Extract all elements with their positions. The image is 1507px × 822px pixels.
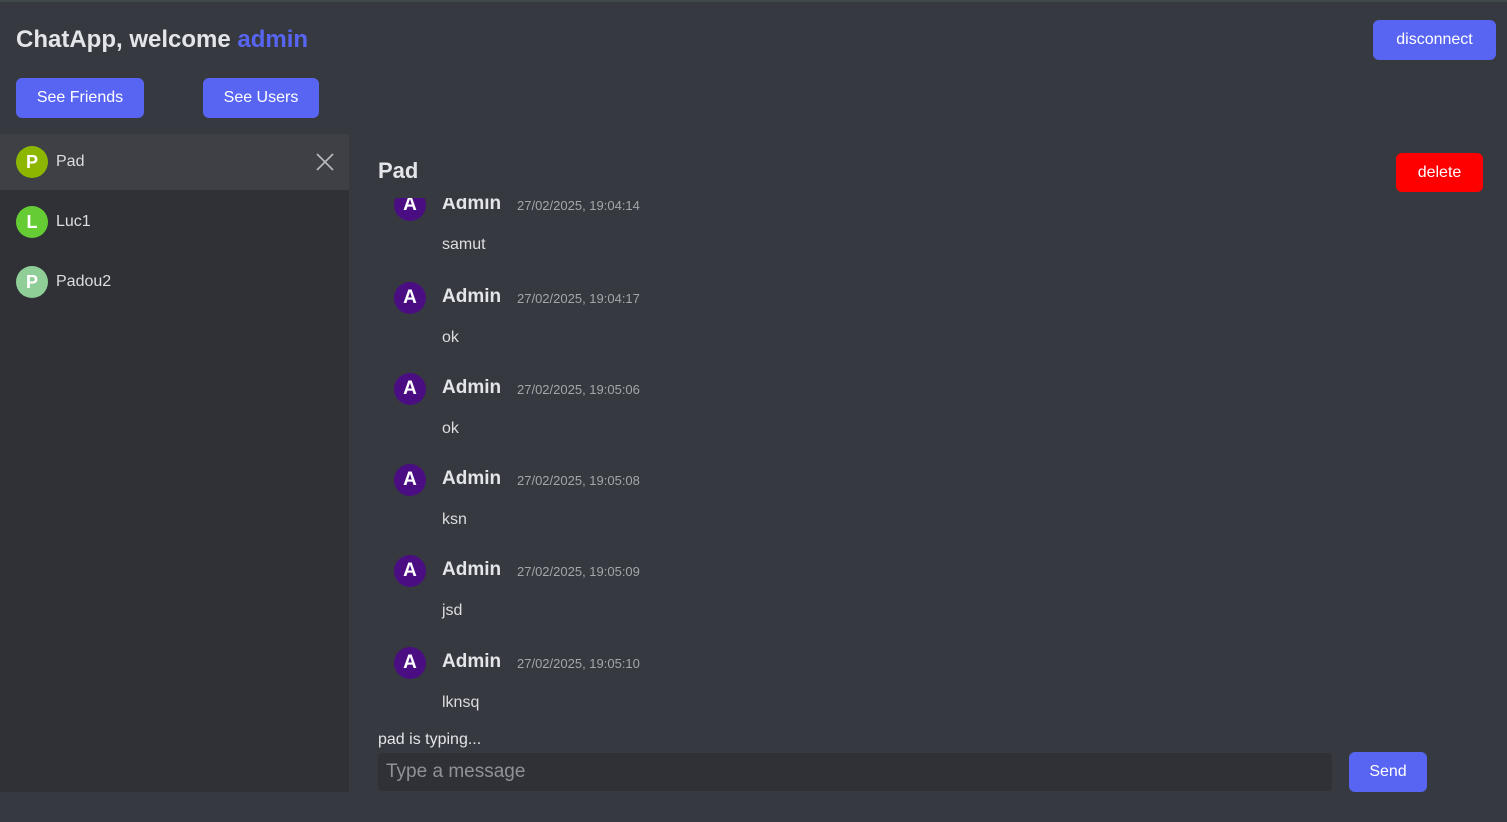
app-title-text: ChatApp, welcome xyxy=(16,26,238,53)
message-item: A Admin 27/02/2025, 19:04:17 ok xyxy=(394,282,1474,373)
message-timestamp: 27/02/2025, 19:05:08 xyxy=(517,473,640,488)
message-item: A Admin 27/02/2025, 19:04:14 samut xyxy=(394,198,1474,280)
message-timestamp: 27/02/2025, 19:04:17 xyxy=(517,291,640,306)
disconnect-button[interactable]: disconnect xyxy=(1373,20,1496,60)
message-item: A Admin 27/02/2025, 19:05:10 lknsq xyxy=(394,647,1474,711)
message-text: jsd xyxy=(442,602,463,619)
message-item: A Admin 27/02/2025, 19:05:08 ksn xyxy=(394,464,1474,555)
message-text: ok xyxy=(442,329,459,346)
message-avatar: A xyxy=(394,282,426,314)
message-author: Admin xyxy=(442,198,502,214)
message-list[interactable]: A Admin 27/02/2025, 19:04:14 samut A Adm… xyxy=(378,198,1482,711)
chat-title: Pad xyxy=(378,158,419,183)
message-item: A Admin 27/02/2025, 19:05:06 ok xyxy=(394,373,1474,464)
message-timestamp: 27/02/2025, 19:05:09 xyxy=(517,564,640,579)
message-input[interactable] xyxy=(378,753,1332,791)
see-users-button[interactable]: See Users xyxy=(203,78,319,118)
contact-name: Pad xyxy=(56,153,85,170)
message-text: samut xyxy=(442,236,486,253)
contact-avatar: P xyxy=(16,146,48,178)
contact-name: Luc1 xyxy=(56,213,91,230)
delete-button[interactable]: delete xyxy=(1396,153,1483,192)
message-avatar: A xyxy=(394,198,426,221)
send-button[interactable]: Send xyxy=(1349,752,1427,792)
contact-item-padou2[interactable]: P Padou2 xyxy=(0,254,349,310)
message-avatar: A xyxy=(394,373,426,405)
contact-item-pad[interactable]: P Pad xyxy=(0,134,349,190)
contact-item-luc1[interactable]: L Luc1 xyxy=(0,194,349,250)
typing-indicator: pad is typing... xyxy=(378,731,482,748)
message-avatar: A xyxy=(394,647,426,679)
message-author: Admin xyxy=(442,559,502,580)
contact-avatar: L xyxy=(16,206,48,238)
top-border xyxy=(0,0,1507,2)
message-timestamp: 27/02/2025, 19:05:10 xyxy=(517,656,640,671)
message-author: Admin xyxy=(442,651,502,672)
message-author: Admin xyxy=(442,286,502,307)
message-avatar: A xyxy=(394,555,426,587)
message-text: ksn xyxy=(442,511,467,528)
message-timestamp: 27/02/2025, 19:05:06 xyxy=(517,382,640,397)
message-avatar: A xyxy=(394,464,426,496)
message-timestamp: 27/02/2025, 19:04:14 xyxy=(517,198,640,213)
message-item: A Admin 27/02/2025, 19:05:09 jsd xyxy=(394,555,1474,646)
message-text: ok xyxy=(442,420,459,437)
contact-name: Padou2 xyxy=(56,273,112,290)
message-text: lknsq xyxy=(442,694,480,711)
welcome-username: admin xyxy=(237,26,309,53)
contact-avatar: P xyxy=(16,266,48,298)
see-friends-button[interactable]: See Friends xyxy=(16,78,144,118)
contacts-sidebar: P Pad L Luc1 P Padou2 xyxy=(0,134,349,792)
close-icon[interactable] xyxy=(315,152,335,172)
app-title: ChatApp, welcome admin xyxy=(16,26,308,54)
message-author: Admin xyxy=(442,468,502,489)
message-author: Admin xyxy=(442,377,502,398)
